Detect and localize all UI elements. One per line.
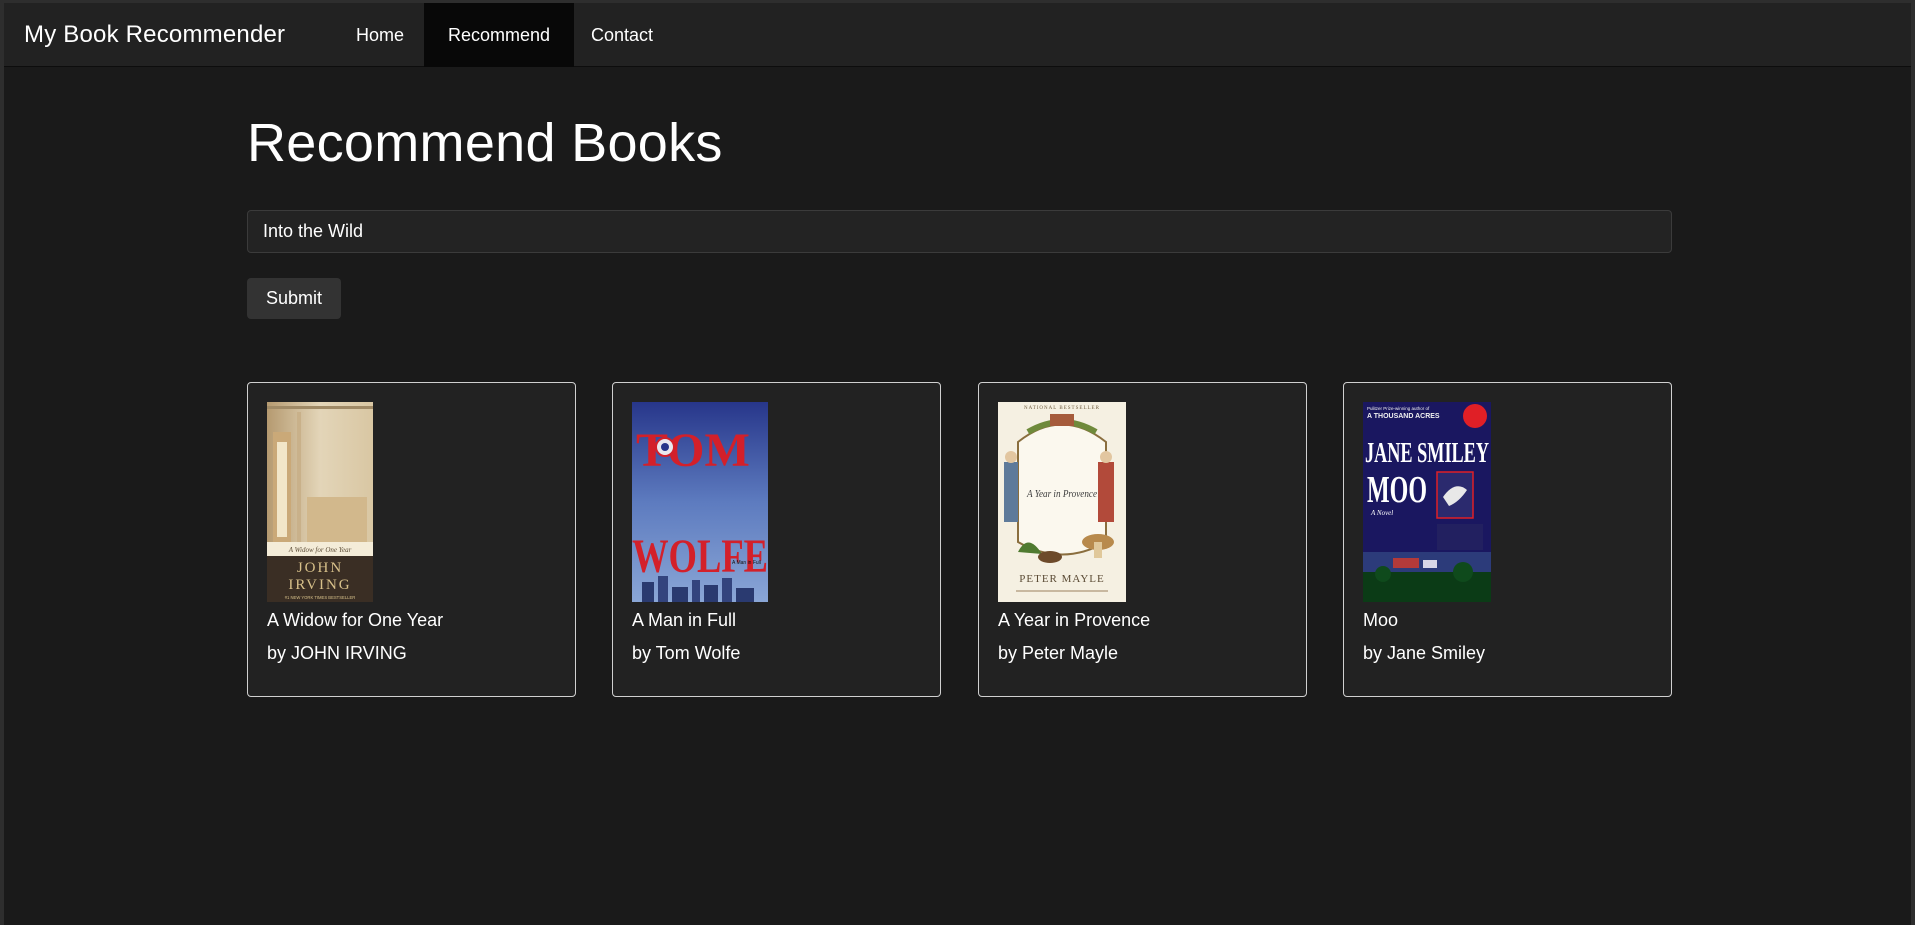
book-cover-image: NATIONAL BESTSELLER A Year in Provence P… [998, 402, 1126, 602]
svg-text:TOM: TOM [636, 424, 750, 477]
book-title: A Year in Provence [998, 610, 1151, 630]
svg-text:NATIONAL BESTSELLER: NATIONAL BESTSELLER [1024, 406, 1100, 411]
book-title: Moo [1363, 610, 1399, 630]
book-card: NATIONAL BESTSELLER A Year in Provence P… [978, 382, 1307, 697]
navbar: My Book Recommender Home Recommend Conta… [4, 3, 1911, 67]
brand-link[interactable]: My Book Recommender [24, 3, 285, 67]
book-card: Pulitzer Prize-winning author of A THOUS… [1343, 382, 1672, 697]
book-card: TOM WOLFE A Man in Full A Man in Full by… [612, 382, 941, 697]
nav-item-home[interactable]: Home [334, 3, 426, 67]
svg-text:A Widow for One Year: A Widow for One Year [288, 546, 352, 554]
submit-button[interactable]: Submit [247, 278, 341, 319]
nav-item-recommend[interactable]: Recommend [424, 3, 574, 67]
svg-text:IRVING: IRVING [288, 577, 351, 593]
svg-text:JANE SMILEY: JANE SMILEY [1365, 437, 1489, 469]
book-author: by Tom Wolfe [632, 643, 741, 663]
page-title: Recommend Books [247, 113, 723, 173]
book-cover-image: A Widow for One Year JOHN IRVING #1 NEW … [267, 402, 373, 602]
book-author: by Jane Smiley [1363, 643, 1486, 663]
book-search-input[interactable] [247, 210, 1672, 253]
svg-text:A Year in Provence: A Year in Provence [1026, 488, 1097, 500]
book-title: A Man in Full [632, 610, 737, 630]
nav-item-contact[interactable]: Contact [574, 3, 670, 67]
svg-text:MOO: MOO [1367, 469, 1427, 511]
book-cover-image: Pulitzer Prize-winning author of A THOUS… [1363, 402, 1491, 602]
svg-text:PETER MAYLE: PETER MAYLE [1019, 573, 1104, 585]
book-card: A Widow for One Year JOHN IRVING #1 NEW … [247, 382, 576, 697]
book-author: by Peter Mayle [998, 643, 1119, 663]
svg-text:#1 NEW YORK TIMES BESTSELLER: #1 NEW YORK TIMES BESTSELLER [285, 595, 356, 600]
svg-text:WOLFE: WOLFE [632, 530, 768, 583]
svg-text:A Man in Full: A Man in Full [732, 560, 761, 566]
book-cover-image: TOM WOLFE A Man in Full [632, 402, 768, 602]
book-title: A Widow for One Year [267, 610, 444, 630]
svg-text:JOHN: JOHN [297, 560, 343, 576]
svg-text:A THOUSAND ACRES: A THOUSAND ACRES [1367, 413, 1440, 420]
book-author: by JOHN IRVING [267, 643, 407, 663]
svg-text:A Novel: A Novel [1370, 509, 1393, 517]
svg-text:Pulitzer Prize-winning author: Pulitzer Prize-winning author of [1367, 406, 1430, 411]
